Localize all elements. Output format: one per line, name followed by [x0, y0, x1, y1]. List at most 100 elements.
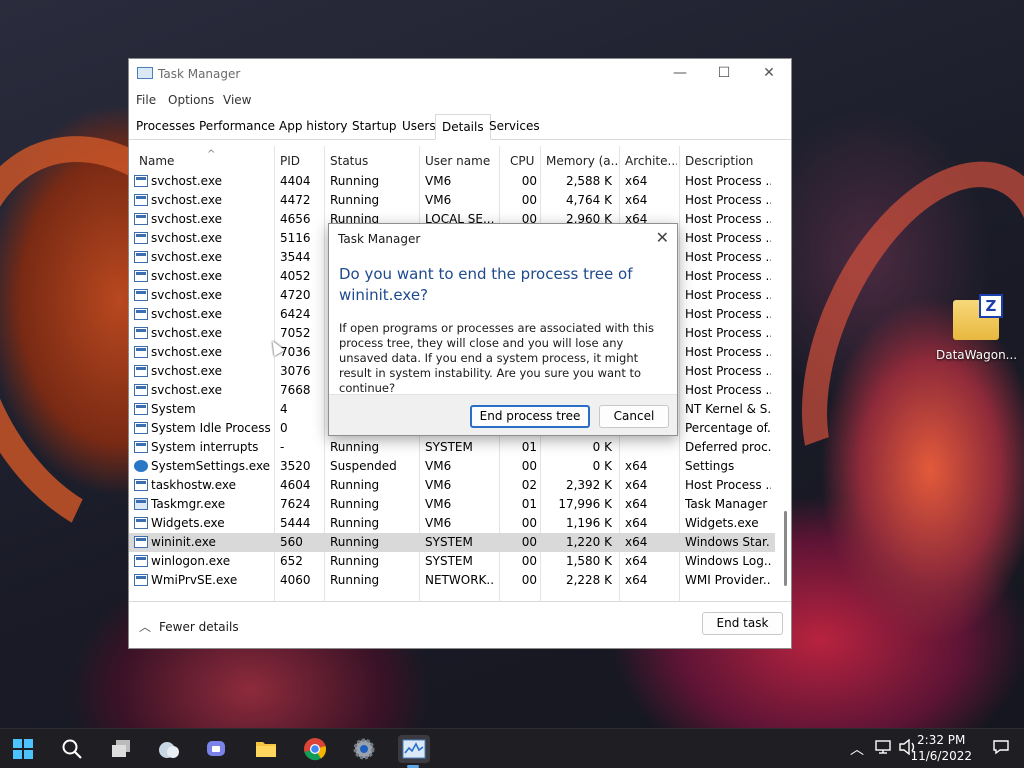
- cancel-button[interactable]: Cancel: [599, 405, 669, 428]
- column-header-name[interactable]: ^ Name: [139, 149, 269, 169]
- column-header-description[interactable]: Description: [685, 150, 773, 169]
- chrome-icon[interactable]: [301, 735, 329, 763]
- end-process-tree-dialog: Task Manager ✕ Do you want to end the pr…: [328, 223, 678, 436]
- cell-status: Running: [330, 193, 380, 207]
- menu-options[interactable]: Options: [168, 93, 214, 107]
- cell-cpu: 00: [521, 193, 537, 207]
- cell-description: Host Process ...: [685, 364, 771, 378]
- cell-architecture: x64: [625, 554, 648, 568]
- end-task-button[interactable]: End task: [702, 612, 783, 635]
- cell-name: svchost.exe: [151, 231, 222, 245]
- cell-memory: 4,764 K: [565, 193, 612, 207]
- cell-name: svchost.exe: [151, 174, 222, 188]
- cell-name: taskhostw.exe: [151, 478, 236, 492]
- cell-cpu: 00: [521, 573, 537, 587]
- taskbar: ︿ 2:32 PM 11/6/2022: [0, 728, 1024, 768]
- notifications-icon[interactable]: [992, 739, 1010, 759]
- cell-user-name: VM6: [425, 193, 452, 207]
- fewer-details-link[interactable]: ︿ Fewer details: [139, 618, 239, 635]
- cell-name: svchost.exe: [151, 307, 222, 321]
- tab-startup[interactable]: Startup: [346, 114, 403, 140]
- network-icon[interactable]: [874, 739, 892, 759]
- cell-cpu: 00: [521, 554, 537, 568]
- process-icon: [134, 213, 148, 225]
- table-row[interactable]: Taskmgr.exe 7624 Running VM6 01 17,996 K x64 Ta…: [129, 495, 775, 514]
- cell-description: Host Process ...: [685, 231, 771, 245]
- desktop-shortcut-datawagon[interactable]: Z DataWagon...: [936, 294, 1017, 362]
- close-button[interactable]: ✕: [746, 59, 792, 89]
- cell-memory: 1,196 K: [565, 516, 612, 530]
- search-icon[interactable]: [58, 735, 86, 763]
- end-process-tree-button[interactable]: End process tree: [470, 405, 590, 428]
- tab-performance[interactable]: Performance: [193, 114, 281, 140]
- vertical-scrollbar[interactable]: [784, 511, 787, 586]
- table-row[interactable]: WmiPrvSE.exe 4060 Running NETWORK... 00 2,228…: [129, 571, 775, 590]
- table-row[interactable]: svchost.exe 4472 Running VM6 00 4,764 K x64 Hos…: [129, 191, 775, 210]
- column-header-memory[interactable]: Memory (a...: [546, 150, 618, 169]
- column-header-architecture[interactable]: Archite...: [625, 150, 677, 169]
- menu-file[interactable]: File: [136, 93, 156, 107]
- settings-gear-icon: [134, 460, 148, 472]
- cell-pid: 560: [280, 535, 303, 549]
- chat-icon[interactable]: [203, 735, 231, 763]
- process-icon: [134, 327, 148, 339]
- table-row[interactable]: Widgets.exe 5444 Running VM6 00 1,196 K x64 Wid…: [129, 514, 775, 533]
- cell-pid: 3544: [280, 250, 311, 264]
- process-icon: [134, 574, 148, 586]
- file-explorer-icon[interactable]: [252, 735, 280, 763]
- tab-app-history[interactable]: App history: [273, 114, 354, 140]
- table-row[interactable]: taskhostw.exe 4604 Running VM6 02 2,392 K x64 H…: [129, 476, 775, 495]
- cell-name: wininit.exe: [151, 535, 216, 549]
- column-header-user-name[interactable]: User name: [425, 150, 497, 169]
- process-icon: [134, 422, 148, 434]
- cell-name: Widgets.exe: [151, 516, 225, 530]
- column-header-status[interactable]: Status: [330, 150, 415, 169]
- process-icon: [134, 346, 148, 358]
- process-icon: [134, 536, 148, 548]
- cell-pid: 4720: [280, 288, 311, 302]
- dialog-heading: Do you want to end the process tree of w…: [339, 265, 633, 304]
- start-icon[interactable]: [9, 735, 37, 763]
- column-header-pid[interactable]: PID: [280, 150, 320, 169]
- menu-view[interactable]: View: [223, 93, 251, 107]
- cell-pid: 4060: [280, 573, 311, 587]
- table-row[interactable]: svchost.exe 4404 Running VM6 00 2,588 K x64 Hos…: [129, 172, 775, 191]
- cell-name: Taskmgr.exe: [151, 497, 226, 511]
- process-icon: [134, 365, 148, 377]
- widgets-icon[interactable]: [155, 735, 183, 763]
- cell-pid: 7036: [280, 345, 311, 359]
- footer: ︿ Fewer details End task: [129, 604, 791, 648]
- process-icon: [134, 289, 148, 301]
- cell-pid: 5444: [280, 516, 311, 530]
- process-icon: [134, 194, 148, 206]
- cell-name: System Idle Process: [151, 421, 271, 435]
- cell-architecture: x64: [625, 478, 648, 492]
- cell-pid: 4: [280, 402, 288, 416]
- process-icon: [134, 441, 148, 453]
- cell-cpu: 00: [521, 174, 537, 188]
- cell-cpu: 00: [521, 516, 537, 530]
- table-row[interactable]: winlogon.exe 652 Running SYSTEM 00 1,580 K x64…: [129, 552, 775, 571]
- clock[interactable]: 2:32 PM 11/6/2022: [910, 732, 972, 764]
- maximize-button[interactable]: ☐: [701, 59, 747, 89]
- task-view-icon[interactable]: [107, 735, 135, 763]
- tab-services[interactable]: Services: [483, 114, 546, 140]
- table-row[interactable]: SystemSettings.exe 3520 Suspended VM6 00 0 K x…: [129, 457, 775, 476]
- cell-description: Windows Star...: [685, 535, 771, 549]
- minimize-button[interactable]: —: [657, 59, 703, 89]
- cell-pid: -: [280, 440, 285, 454]
- tab-processes[interactable]: Processes: [130, 114, 201, 140]
- column-header-cpu[interactable]: CPU: [510, 150, 538, 169]
- cell-description: Host Process ...: [685, 212, 771, 226]
- table-row[interactable]: wininit.exe 560 Running SYSTEM 00 1,220 K x64 W…: [129, 533, 775, 552]
- cell-status: Running: [330, 174, 380, 188]
- dialog-close-icon[interactable]: ✕: [656, 228, 669, 247]
- cell-name: winlogon.exe: [151, 554, 231, 568]
- cell-memory: 0 K: [592, 459, 612, 473]
- task-manager-icon[interactable]: [398, 735, 430, 768]
- title-bar[interactable]: Task Manager — ☐ ✕: [129, 59, 791, 89]
- show-hidden-icons-chevron-icon[interactable]: ︿: [850, 739, 864, 759]
- cell-user-name: SYSTEM: [425, 440, 473, 454]
- table-row[interactable]: System interrupts - Running SYSTEM 01 0 K Defe…: [129, 438, 775, 457]
- settings-icon[interactable]: [350, 735, 378, 763]
